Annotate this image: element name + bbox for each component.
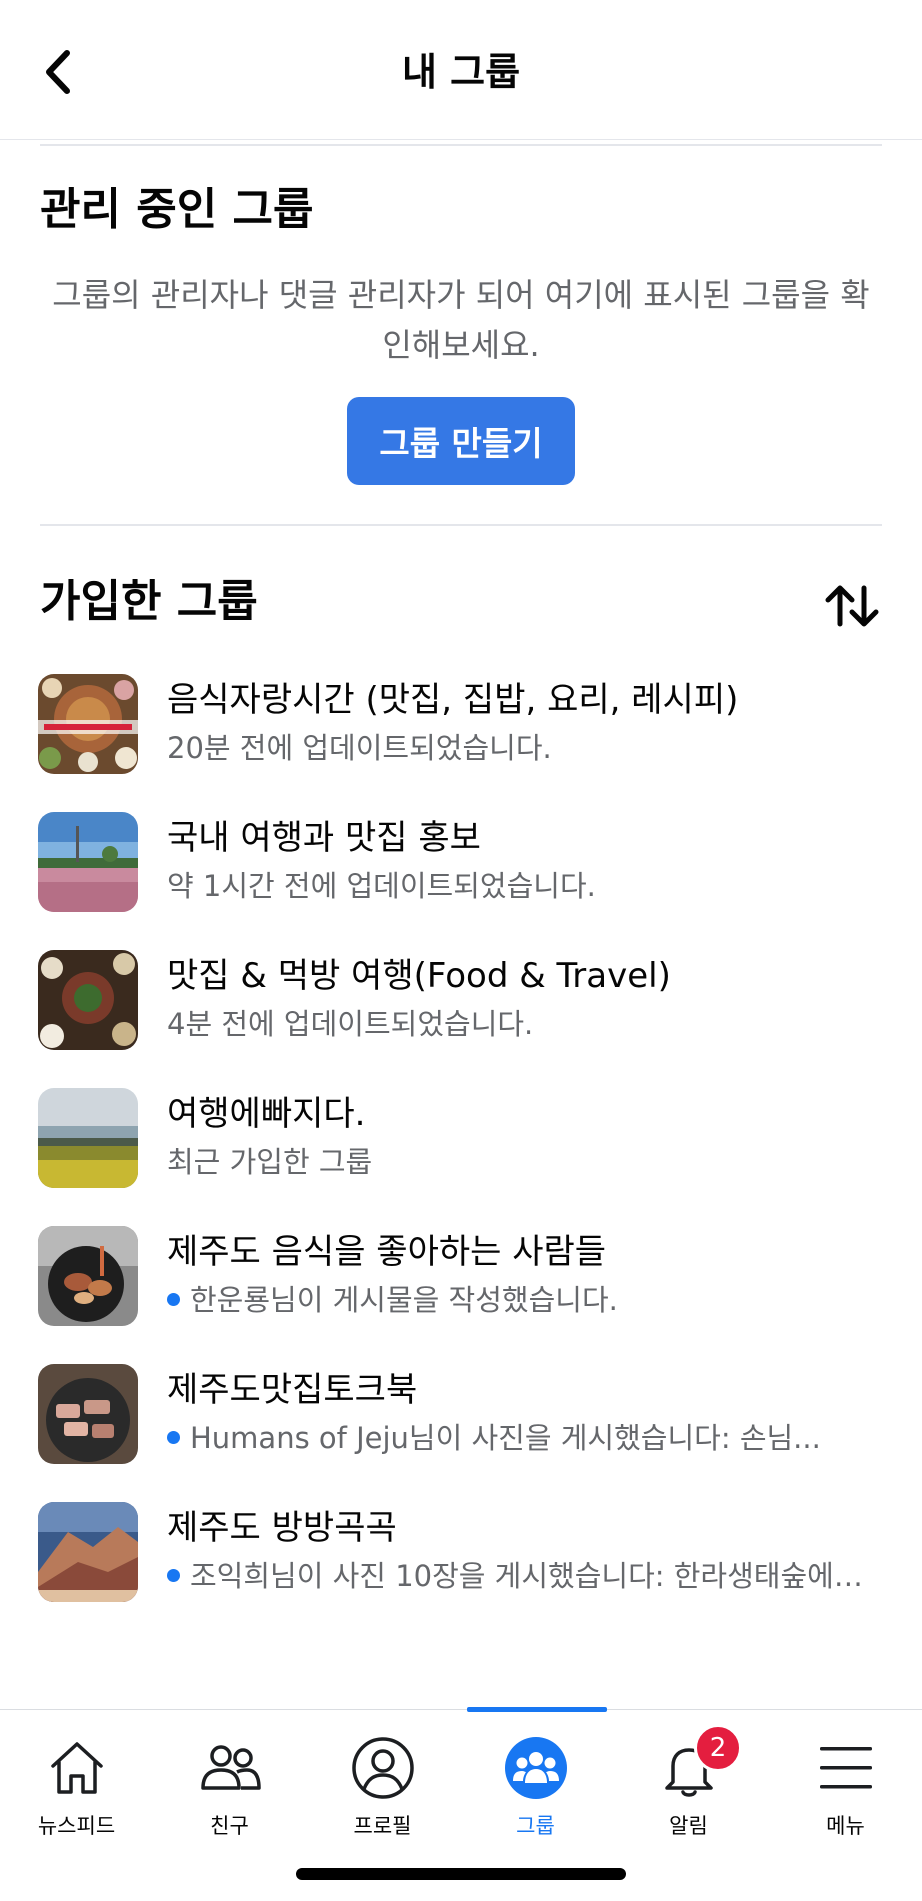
group-activity-text: 한운룡님이 게시물을 작성했습니다.	[190, 1283, 618, 1317]
tab-friends[interactable]: 친구	[153, 1710, 306, 1840]
tab-newsfeed[interactable]: 뉴스피드	[0, 1710, 153, 1840]
groups-icon	[504, 1737, 567, 1799]
managed-groups-heading: 관리 중인 그룹	[40, 184, 314, 235]
tab-groups[interactable]: 그룹	[459, 1710, 612, 1840]
group-activity: 약 1시간 전에 업데이트되었습니다.	[167, 869, 596, 903]
notification-badge: 2	[694, 1724, 742, 1772]
group-thumbnail	[38, 1364, 138, 1464]
create-group-button[interactable]: 그룹 만들기	[347, 397, 575, 485]
unread-dot	[167, 1292, 180, 1306]
group-activity: 조익희님이 사진 10장을 게시했습니다: 한라생태숲에…	[167, 1554, 887, 1598]
group-activity: 최근 가입한 그룹	[167, 1145, 373, 1179]
group-list-item[interactable]: 국내 여행과 맛집 홍보 약 1시간 전에 업데이트되었습니다.	[0, 808, 922, 946]
group-name: 제주도 음식을 좋아하는 사람들	[167, 1232, 607, 1272]
group-name: 제주도맛집토크북	[167, 1370, 418, 1410]
group-activity: Humans of Jeju님이 사진을 게시했습니다: 손님...	[167, 1416, 887, 1460]
sort-arrows-icon	[825, 585, 879, 627]
profile-icon	[351, 1737, 414, 1799]
group-name: 제주도 방방곡곡	[167, 1508, 397, 1548]
group-activity-text: Humans of Jeju님이 사진을 게시했습니다: 손님...	[190, 1421, 821, 1455]
group-list-item[interactable]: 음식자랑시간 (맛집, 집밥, 요리, 레시피) 20분 전에 업데이트되었습니…	[0, 670, 922, 808]
group-activity: 20분 전에 업데이트되었습니다.	[167, 731, 552, 765]
joined-groups-heading: 가입한 그룹	[40, 576, 258, 627]
group-name: 음식자랑시간 (맛집, 집밥, 요리, 레시피)	[167, 680, 739, 720]
group-activity: 4분 전에 업데이트되었습니다.	[167, 1007, 534, 1041]
group-list-item[interactable]: 제주도맛집토크북 Humans of Jeju님이 사진을 게시했습니다: 손님…	[0, 1360, 922, 1498]
top-bar: 내 그룹	[0, 0, 922, 140]
group-name: 맛집 & 먹방 여행(Food & Travel)	[167, 956, 671, 996]
group-thumbnail	[38, 674, 138, 774]
group-name: 여행에빠지다.	[167, 1094, 366, 1134]
tab-profile[interactable]: 프로필	[306, 1710, 459, 1840]
tab-notifications[interactable]: 2 알림	[612, 1710, 765, 1840]
group-thumbnail	[38, 812, 138, 912]
group-list-item[interactable]: 제주도 음식을 좋아하는 사람들 한운룡님이 게시물을 작성했습니다.	[0, 1222, 922, 1360]
page-title: 내 그룹	[401, 50, 521, 94]
group-list-item[interactable]: 여행에빠지다. 최근 가입한 그룹	[0, 1084, 922, 1222]
tab-label: 프로필	[353, 1814, 412, 1838]
tab-label: 뉴스피드	[37, 1814, 116, 1838]
managed-groups-description: 그룹의 관리자나 댓글 관리자가 되어 여기에 표시된 그룹을 확인해보세요.	[52, 276, 870, 364]
group-thumbnail	[38, 1502, 138, 1602]
divider	[40, 524, 882, 526]
friends-icon	[200, 1745, 261, 1790]
tab-label: 친구	[210, 1814, 249, 1838]
group-list-item[interactable]: 제주도 방방곡곡 조익희님이 사진 10장을 게시했습니다: 한라생태숲에…	[0, 1498, 922, 1636]
group-thumbnail	[38, 950, 138, 1050]
tab-menu[interactable]: 메뉴	[769, 1710, 922, 1840]
group-name: 국내 여행과 맛집 홍보	[167, 818, 481, 858]
divider	[40, 144, 882, 146]
group-thumbnail	[38, 1088, 138, 1188]
group-thumbnail	[38, 1226, 138, 1326]
home-icon	[50, 1742, 103, 1794]
group-list-item[interactable]: 맛집 & 먹방 여행(Food & Travel) 4분 전에 업데이트되었습니…	[0, 946, 922, 1084]
tab-label: 그룹	[516, 1814, 555, 1838]
unread-dot	[167, 1430, 180, 1444]
tab-label: 메뉴	[826, 1814, 865, 1838]
unread-dot	[167, 1568, 180, 1582]
tab-label: 알림	[669, 1814, 708, 1838]
sort-button[interactable]	[822, 578, 882, 634]
home-indicator[interactable]	[296, 1868, 626, 1880]
group-activity: 한운룡님이 게시물을 작성했습니다.	[167, 1278, 887, 1322]
joined-groups-list: 음식자랑시간 (맛집, 집밥, 요리, 레시피) 20분 전에 업데이트되었습니…	[0, 670, 922, 1636]
menu-icon	[819, 1747, 872, 1789]
group-activity-text: 조익희님이 사진 10장을 게시했습니다: 한라생태숲에…	[190, 1559, 863, 1593]
